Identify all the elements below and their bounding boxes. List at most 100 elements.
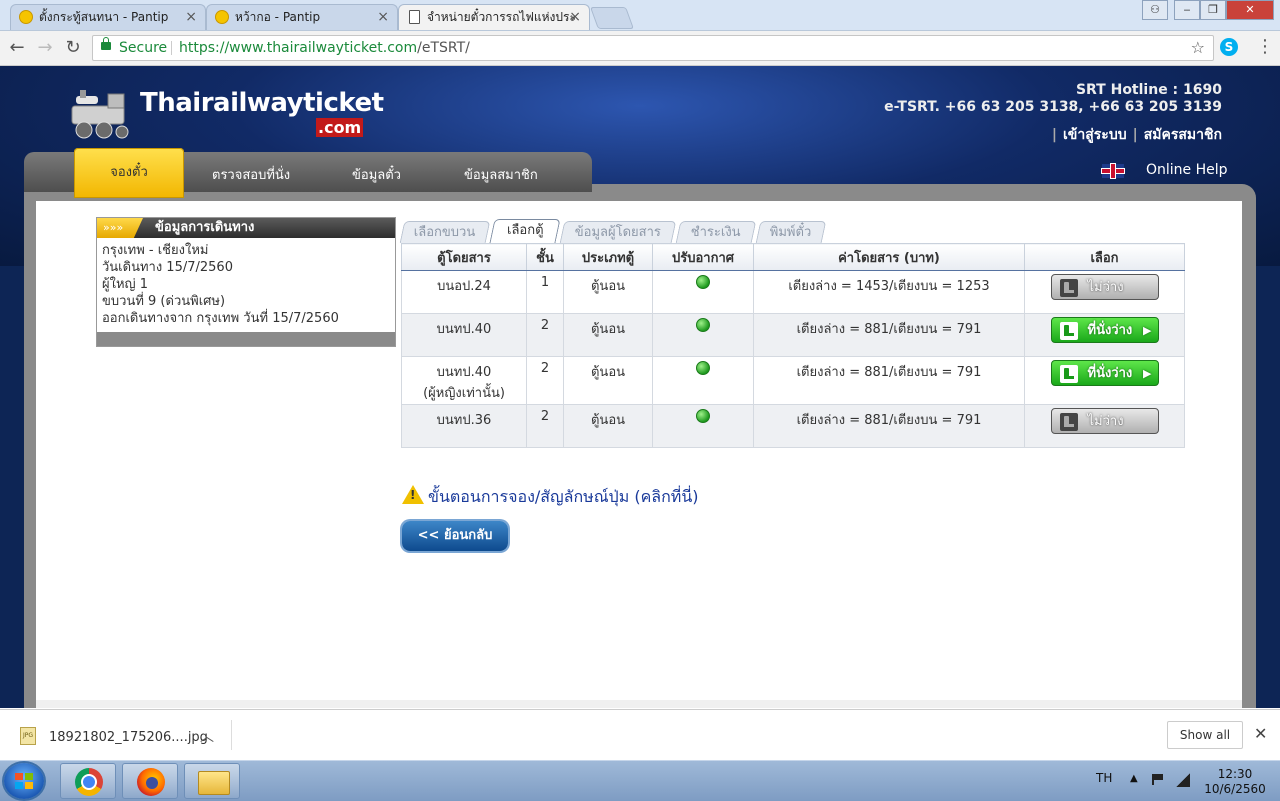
- seat-icon: [1059, 365, 1078, 383]
- car-selection-table: ตู้โดยสาร ชั้น ประเภทตู้ ปรับอากาศ ค่าโด…: [401, 243, 1185, 448]
- select-cell: ไม่ว่าง: [1024, 404, 1185, 448]
- step-label: เลือกตู้: [506, 223, 544, 238]
- website: Thairailwayticket .com SRT Hotline : 169…: [0, 66, 1280, 708]
- taskbar-explorer[interactable]: [184, 763, 240, 799]
- uk-flag-icon[interactable]: [1102, 164, 1124, 178]
- clock-time: 12:30: [1217, 767, 1253, 781]
- taskbar-chrome[interactable]: [60, 763, 116, 799]
- show-all-button[interactable]: Show all: [1167, 721, 1243, 749]
- car-cell: บนอป.24: [401, 270, 527, 314]
- step-label: ชำระเงิน: [690, 225, 741, 240]
- language-indicator[interactable]: TH: [1096, 771, 1112, 785]
- select-cell: ไม่ว่าง: [1024, 270, 1185, 314]
- browser-tab-railway[interactable]: จำหน่ายตั๋วการรถไฟแห่งประ ×: [398, 4, 590, 30]
- table-row: บนทป.36 2 ตู้นอน เตียงล่าง = 881/เตียงบน…: [401, 404, 1185, 448]
- available-seat-button[interactable]: ที่นั่งว่าง ▶: [1050, 360, 1159, 386]
- browser-tab-wakor[interactable]: หว้ากอ - Pantip ×: [206, 4, 398, 30]
- table-row: บนทป.40 (ผู้หญิงเท่านั้น) 2 ตู้นอน เตียงล…: [401, 356, 1185, 405]
- fare-cell: เตียงล่าง = 881/เตียงบน = 791: [753, 356, 1025, 405]
- button-label: ที่นั่งว่าง: [1087, 366, 1133, 381]
- aircon-status-icon: [696, 318, 710, 332]
- chevron-up-icon[interactable]: ︿: [200, 726, 214, 746]
- contact-numbers: e-TSRT. +66 63 205 3138, +66 63 205 3139: [884, 99, 1222, 115]
- tab-close-icon[interactable]: ×: [377, 5, 389, 29]
- skype-extension-icon[interactable]: S: [1220, 38, 1238, 56]
- maximize-icon[interactable]: ❐: [1200, 0, 1226, 20]
- car-name: บนทป.36: [436, 413, 492, 428]
- seat-icon: [1059, 322, 1078, 340]
- menu-check-seat[interactable]: ตรวจสอบที่นั่ง: [212, 164, 290, 185]
- step-label: ข้อมูลผู้โดยสาร: [574, 225, 661, 240]
- online-help-link[interactable]: Online Help: [1146, 162, 1228, 178]
- window-close-icon[interactable]: ✕: [1226, 0, 1274, 20]
- unavailable-button[interactable]: ไม่ว่าง: [1050, 274, 1159, 300]
- windows-start-icon[interactable]: [4, 763, 44, 799]
- class-cell: 2: [526, 404, 564, 448]
- class-cell: 2: [526, 313, 564, 357]
- unavailable-button[interactable]: ไม่ว่าง: [1050, 408, 1159, 434]
- network-signal-icon[interactable]: [1176, 773, 1190, 787]
- fare-cell: เตียงล่าง = 1453/เตียงบน = 1253: [753, 270, 1025, 314]
- step-payment: ชำระเงิน: [675, 221, 757, 243]
- login-link[interactable]: เข้าสู่ระบบ: [1063, 127, 1127, 143]
- tab-close-icon[interactable]: ×: [185, 5, 197, 29]
- browser-menu-icon[interactable]: ⋮: [1256, 36, 1274, 57]
- back-button[interactable]: << ย้อนกลับ: [402, 521, 508, 551]
- booking-help-link[interactable]: ขั้นตอนการจอง/สัญลักษณ์ปุ่ม (คลิกที่นี่): [402, 485, 699, 510]
- steam-train-icon: [71, 90, 129, 139]
- type-cell: ตู้นอน: [563, 404, 653, 448]
- tab-label: หว้ากอ - Pantip: [235, 10, 321, 24]
- register-link[interactable]: สมัครสมาชิก: [1144, 127, 1222, 143]
- aircon-status-icon: [696, 275, 710, 289]
- system-clock[interactable]: 12:30 10/6/2560: [1198, 767, 1272, 797]
- aircon-cell: [652, 356, 754, 405]
- back-arrow-icon[interactable]: ←: [6, 37, 28, 59]
- departure-info: ออกเดินทางจาก กรุงเทพ วันที่ 15/7/2560: [102, 311, 339, 326]
- fare-cell: เตียงล่าง = 881/เตียงบน = 791: [753, 404, 1025, 448]
- button-label: ไม่ว่าง: [1087, 414, 1124, 429]
- download-bar: JPG 18921802_175206....jpg ︿ Show all ✕: [0, 709, 1280, 760]
- close-icon[interactable]: ✕: [1254, 724, 1267, 743]
- tab-label: ตั้งกระทู้สนทนา - Pantip: [39, 10, 169, 24]
- menu-ticket-info[interactable]: ข้อมูลตั๋ว: [352, 164, 401, 185]
- seat-icon: [1059, 413, 1078, 431]
- hotline-info: SRT Hotline : 1690 e-TSRT. +66 63 205 31…: [884, 82, 1222, 116]
- class-cell: 1: [526, 270, 564, 314]
- type-cell: ตู้นอน: [563, 270, 653, 314]
- available-seat-button[interactable]: ที่นั่งว่าง ▶: [1050, 317, 1159, 343]
- select-cell: ที่นั่งว่าง ▶: [1024, 313, 1185, 357]
- secure-label: Secure: [119, 40, 168, 56]
- browser-tab-pantip-post[interactable]: ตั้งกระทู้สนทนา - Pantip ×: [10, 4, 206, 30]
- url-input[interactable]: Secure https://www.thairailwayticket.com…: [92, 35, 1214, 61]
- taskbar-firefox[interactable]: [122, 763, 178, 799]
- action-center-flag-icon[interactable]: [1152, 774, 1166, 785]
- download-file-name[interactable]: 18921802_175206....jpg: [49, 730, 208, 745]
- address-bar: ← → ↻ Secure https://www.thairailwaytick…: [0, 31, 1280, 66]
- reload-icon[interactable]: ↻: [62, 37, 84, 59]
- clock-date: 10/6/2560: [1204, 782, 1266, 796]
- header-car: ตู้โดยสาร: [401, 243, 527, 271]
- minimize-icon[interactable]: ‒: [1174, 0, 1200, 20]
- panel-tag: »»»: [97, 218, 143, 238]
- car-note: (ผู้หญิงเท่านั้น): [423, 386, 505, 401]
- car-name: บนอป.24: [437, 279, 491, 294]
- class-cell: 2: [526, 356, 564, 405]
- table-row: บนทป.40 2 ตู้นอน เตียงล่าง = 881/เตียงบน…: [401, 313, 1185, 357]
- site-logo[interactable]: Thairailwayticket .com: [70, 84, 384, 142]
- step-select-train[interactable]: เลือกขบวน: [399, 221, 491, 243]
- travel-date: วันเดินทาง 15/7/2560: [102, 260, 233, 275]
- forward-arrow-icon[interactable]: →: [34, 37, 56, 59]
- user-profile-icon[interactable]: ⚇: [1142, 0, 1168, 20]
- tray-expand-icon[interactable]: ▲: [1130, 773, 1138, 784]
- trip-info-header: »»» ข้อมูลการเดินทาง: [97, 218, 395, 238]
- chrome-icon: [75, 768, 103, 796]
- step-select-car[interactable]: เลือกตู้: [489, 219, 561, 243]
- car-cell: บนทป.40: [401, 313, 527, 357]
- tab-close-icon[interactable]: ×: [569, 5, 581, 29]
- menu-member-info[interactable]: ข้อมูลสมาชิก: [464, 164, 538, 185]
- menu-booking[interactable]: จองตั๋ว: [74, 148, 184, 198]
- car-name: บนทป.40: [436, 322, 492, 337]
- hotline-number: SRT Hotline : 1690: [1075, 82, 1222, 98]
- bookmark-star-icon[interactable]: ☆: [1191, 36, 1205, 60]
- new-tab-button[interactable]: [589, 7, 635, 29]
